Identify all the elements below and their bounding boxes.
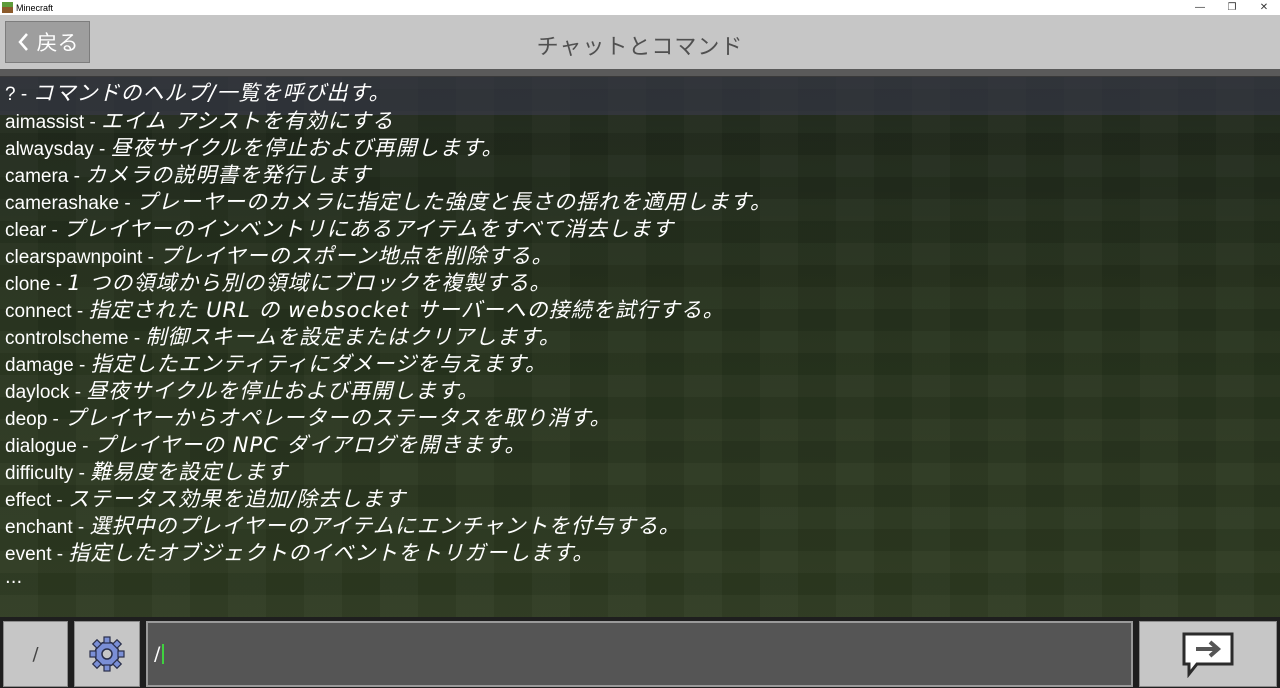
command-description: 昼夜サイクルを停止および再開します。 xyxy=(110,136,504,160)
chat-log: ? - コマンドのヘルプ/一覧を呼び出す。 aimassist - エイム アシス… xyxy=(5,78,1275,594)
command-separator: - xyxy=(72,517,90,538)
command-separator: - xyxy=(84,112,102,133)
command-separator: - xyxy=(47,409,65,430)
command-description: エイム アシストを有効にする xyxy=(101,109,394,133)
chat-line: ? - コマンドのヘルプ/一覧を呼び出す。 xyxy=(5,78,1275,108)
command-name: camera xyxy=(5,166,69,187)
command-name: event xyxy=(5,544,52,565)
command-separator: - xyxy=(128,328,146,349)
more-commands-ellipsis: ... xyxy=(5,567,23,588)
command-separator: - xyxy=(51,544,69,565)
chat-line: clone - 1 つの領域から別の領域にブロックを複製する。 xyxy=(5,270,1275,297)
command-description: 1 つの領域から別の領域にブロックを複製する。 xyxy=(67,271,552,295)
command-name: connect xyxy=(5,301,72,322)
minimize-button[interactable]: — xyxy=(1184,0,1216,15)
command-description: 昼夜サイクルを停止および再開します。 xyxy=(86,379,480,403)
command-separator: - xyxy=(76,436,94,457)
chat-line: controlscheme - 制御スキームを設定またはクリアします。 xyxy=(5,324,1275,351)
chat-line: aimassist - エイム アシストを有効にする xyxy=(5,108,1275,135)
command-name: clearspawnpoint xyxy=(5,247,143,268)
command-description: カメラの説明書を発行します xyxy=(85,163,372,187)
chat-line: alwaysday - 昼夜サイクルを停止および再開します。 xyxy=(5,135,1275,162)
command-name: damage xyxy=(5,355,74,376)
command-name: clone xyxy=(5,274,51,295)
send-button[interactable] xyxy=(1139,621,1277,687)
command-description: プレイヤーの NPC ダイアログを開きます。 xyxy=(93,433,527,457)
command-separator: - xyxy=(69,382,87,403)
command-description: プレイヤーのスポーン地点を削除する。 xyxy=(159,244,554,268)
command-name: daylock xyxy=(5,382,70,403)
gear-icon xyxy=(89,636,125,672)
command-description: 指定したエンティティにダメージを与えます。 xyxy=(90,352,547,376)
command-description: 指定された URL の websocket サーバーへの接続を試行する。 xyxy=(88,298,725,322)
command-name: deop xyxy=(5,409,48,430)
chat-line: effect - ステータス効果を追加/除去します xyxy=(5,486,1275,513)
command-separator: - xyxy=(93,139,111,160)
chat-line: dialogue - プレイヤーの NPC ダイアログを開きます。 xyxy=(5,432,1275,459)
chat-line: deop - プレイヤーからオペレーターのステータスを取り消す。 xyxy=(5,405,1275,432)
command-description: ステータス効果を追加/除去します xyxy=(68,487,407,511)
command-description: 選択中のプレイヤーのアイテムにエンチャントを付与する。 xyxy=(89,514,681,538)
chat-line: enchant - 選択中のプレイヤーのアイテムにエンチャントを付与する。 xyxy=(5,513,1275,540)
command-description: 制御スキームを設定またはクリアします。 xyxy=(145,325,561,349)
command-description: 指定したオブジェクトのイベントをトリガーします。 xyxy=(68,541,595,565)
chat-line: difficulty - 難易度を設定します xyxy=(5,459,1275,486)
command-separator: - xyxy=(50,274,68,295)
chat-line: camera - カメラの説明書を発行します xyxy=(5,162,1275,189)
command-separator: - xyxy=(73,463,91,484)
chat-input-value: / xyxy=(154,643,161,665)
text-caret xyxy=(162,644,165,664)
command-description: コマンドのヘルプ/一覧を呼び出す。 xyxy=(32,81,391,105)
command-description: プレイヤーからオペレーターのステータスを取り消す。 xyxy=(64,406,612,430)
command-separator: - xyxy=(51,490,69,511)
chat-line: camerashake - プレーヤーのカメラに指定した強度と長さの揺れを適用し… xyxy=(5,189,1275,216)
chat-line: daylock - 昼夜サイクルを停止および再開します。 xyxy=(5,378,1275,405)
send-arrow-icon xyxy=(1182,632,1234,678)
command-name: aimassist xyxy=(5,112,85,133)
command-separator: - xyxy=(119,193,136,214)
header-bar: 戻る チャットとコマンド xyxy=(0,15,1280,69)
command-separator: - xyxy=(142,247,160,268)
command-name: enchant xyxy=(5,517,73,538)
chat-line: clearspawnpoint - プレイヤーのスポーン地点を削除する。 xyxy=(5,243,1275,270)
command-name: dialogue xyxy=(5,436,77,457)
command-separator: - xyxy=(73,355,91,376)
command-separator: - xyxy=(46,220,64,241)
settings-button[interactable] xyxy=(74,621,140,687)
command-name: difficulty xyxy=(5,463,74,484)
command-description: プレイヤーのインベントリにあるアイテムをすべて消去します xyxy=(63,217,675,241)
close-window-button[interactable]: ✕ xyxy=(1248,0,1280,15)
command-description: 難易度を設定します xyxy=(90,460,289,484)
chat-input-bar: / / xyxy=(0,617,1280,688)
window-titlebar: Minecraft — ❐ ✕ xyxy=(0,0,1280,15)
command-name: camerashake xyxy=(5,193,120,214)
chat-line: clear - プレイヤーのインベントリにあるアイテムをすべて消去します xyxy=(5,216,1275,243)
command-separator: - xyxy=(15,84,33,105)
chat-line: event - 指定したオブジェクトのイベントをトリガーします。 xyxy=(5,540,1275,567)
page-title: チャットとコマンド xyxy=(536,35,744,60)
minecraft-app-icon xyxy=(2,2,13,13)
command-separator: - xyxy=(71,301,89,322)
chat-line: connect - 指定された URL の websocket サーバーへの接続… xyxy=(5,297,1275,324)
command-name: alwaysday xyxy=(5,139,94,160)
restore-button[interactable]: ❐ xyxy=(1216,0,1248,15)
header-divider xyxy=(0,69,1280,77)
command-description: プレーヤーのカメラに指定した強度と長さの揺れを適用します。 xyxy=(135,190,772,214)
command-name: effect xyxy=(5,490,52,511)
window-title: Minecraft xyxy=(16,2,54,13)
chat-input-field[interactable]: / xyxy=(146,621,1133,687)
chat-line: damage - 指定したエンティティにダメージを与えます。 xyxy=(5,351,1275,378)
command-name: controlscheme xyxy=(5,328,129,349)
command-name: clear xyxy=(5,220,47,241)
slash-command-button[interactable]: / xyxy=(3,621,68,687)
command-separator: - xyxy=(68,166,86,187)
command-name: ? xyxy=(5,84,16,105)
